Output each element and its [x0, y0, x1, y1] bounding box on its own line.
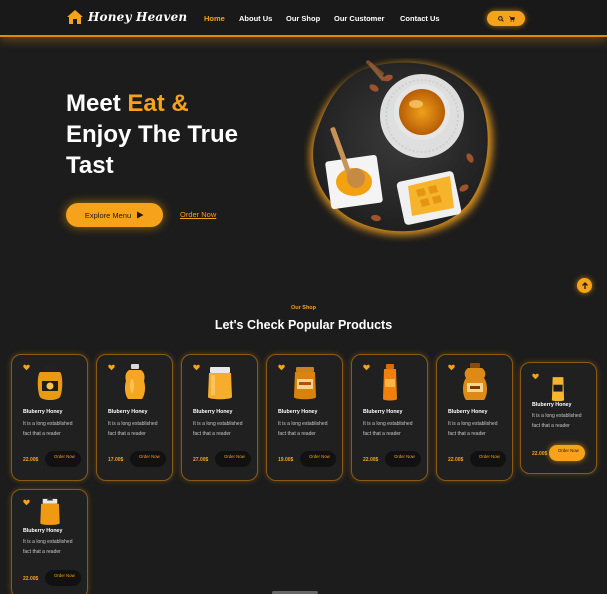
order-now-button[interactable]: Order Now [45, 570, 81, 586]
cart-icon[interactable] [508, 15, 515, 22]
product-description: It is a long established fact that a rea… [23, 539, 73, 555]
home-icon [67, 10, 83, 24]
order-now-button[interactable]: Order Now [300, 451, 336, 467]
product-description: It is a long established fact that a rea… [532, 413, 582, 429]
heart-icon[interactable] [532, 373, 539, 380]
main-menu: Home About Us Our Shop Our Customer Cont… [204, 14, 450, 23]
product-name: Bluberry Honey [448, 409, 488, 415]
hero-line1-a: Meet [66, 90, 128, 117]
honey-jar-image [124, 364, 146, 399]
product-price: 17.00$ [108, 457, 124, 463]
product-card[interactable]: Bluberry Honey It is a long established … [266, 354, 343, 481]
product-name: Bluberry Honey [193, 409, 233, 415]
explore-menu-button[interactable]: Explore Menu [66, 203, 163, 227]
product-name: Bluberry Honey [108, 409, 148, 415]
product-price: 19.00$ [278, 457, 294, 463]
section-label: Our Shop [290, 305, 317, 311]
scroll-top-button[interactable] [577, 278, 592, 293]
hero-line3: Tast [66, 152, 114, 179]
product-price: 22.00$ [23, 457, 39, 463]
product-name: Bluberry Honey [278, 409, 318, 415]
product-card[interactable]: Bluberry Honey It is a long established … [351, 354, 428, 481]
honey-jar-image [40, 495, 60, 525]
hero-headline: Meet Eat & Enjoy The True Tast [66, 88, 238, 181]
honey-jar-image [208, 367, 232, 400]
search-icon[interactable] [497, 15, 504, 22]
order-now-button[interactable]: Order Now [549, 445, 585, 461]
order-now-button[interactable]: Order Now [470, 451, 506, 467]
explore-menu-label: Explore Menu [84, 210, 132, 220]
product-description: It is a long established fact that a rea… [193, 421, 243, 437]
product-name: Bluberry Honey [532, 402, 572, 408]
product-card[interactable]: Bluberry Honey It is a long established … [181, 354, 258, 481]
hero-line1-accent: Eat & [127, 90, 189, 117]
hero-line2: Enjoy The True [66, 121, 239, 148]
heart-icon[interactable] [193, 364, 200, 371]
product-description: It is a long established fact that a rea… [363, 421, 413, 437]
product-name: Bluberry Honey [23, 528, 63, 534]
product-description: It is a long established fact that a rea… [23, 421, 73, 437]
product-name: Bluberry Honey [363, 409, 403, 415]
product-price: 22.00$ [363, 457, 379, 463]
order-now-button[interactable]: Order Now [130, 451, 166, 467]
nav-home[interactable]: Home [204, 14, 239, 23]
honey-jar-image [551, 373, 565, 402]
product-card[interactable]: Bluberry Honey It is a long established … [11, 354, 88, 481]
product-card[interactable]: Bluberry Honey It is a long established … [436, 354, 513, 481]
heart-icon[interactable] [23, 364, 30, 371]
section-title: Let's Check Popular Products [214, 318, 393, 332]
brand-name: Honey Heaven [88, 10, 188, 24]
heart-icon[interactable] [278, 364, 285, 371]
product-price: 22.00$ [448, 457, 464, 463]
honey-jar-image [463, 363, 487, 400]
play-icon [137, 211, 144, 219]
product-description: It is a long established fact that a rea… [448, 421, 498, 437]
product-price: 27.00$ [193, 457, 209, 463]
product-price: 22.00$ [532, 451, 548, 457]
order-now-link[interactable]: Order Now [180, 210, 216, 219]
product-description: It is a long established fact that a rea… [278, 421, 328, 437]
honey-jar-image [383, 364, 397, 401]
heart-icon[interactable] [23, 499, 30, 506]
honey-jar-image [37, 365, 63, 400]
heart-icon[interactable] [108, 364, 115, 371]
nav-our-shop[interactable]: Our Shop [286, 14, 334, 23]
product-name: Bluberry Honey [23, 409, 63, 415]
honey-jar-image [294, 367, 316, 400]
product-price: 22.00$ [23, 576, 39, 582]
nav-contact-us[interactable]: Contact Us [400, 14, 450, 23]
heart-icon[interactable] [363, 364, 370, 371]
arrow-up-icon [581, 281, 588, 289]
brand-logo[interactable]: Honey Heaven [66, 9, 187, 25]
order-now-button[interactable]: Order Now [385, 451, 421, 467]
nav-about-us[interactable]: About Us [239, 14, 286, 23]
heart-icon[interactable] [448, 364, 455, 371]
product-card[interactable]: Bluberry Honey It is a long established … [520, 362, 597, 474]
hero-honey-image [310, 60, 493, 236]
top-navbar: Honey Heaven Home About Us Our Shop Our … [0, 0, 607, 37]
order-now-button[interactable]: Order Now [45, 451, 81, 467]
product-card[interactable]: Bluberry Honey It is a long established … [96, 354, 173, 481]
order-now-button[interactable]: Order Now [215, 451, 251, 467]
nav-our-customer[interactable]: Our Customer [334, 14, 400, 23]
product-card[interactable]: Bluberry Honey It is a long established … [11, 489, 88, 594]
search-cart-button[interactable] [487, 11, 525, 26]
product-description: It is a long established fact that a rea… [108, 421, 158, 437]
